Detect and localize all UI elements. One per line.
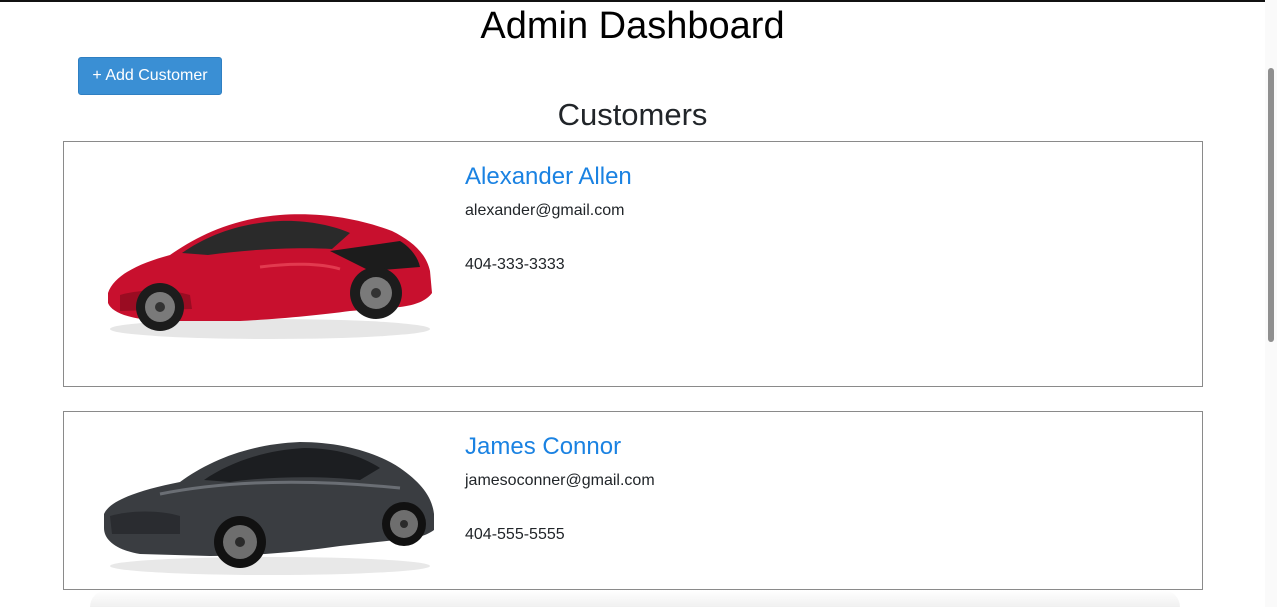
customer-name-link[interactable]: Alexander Allen [465,162,632,192]
dark-grey-sports-car-image [104,442,434,575]
red-sports-car-image [108,214,432,339]
top-border [0,0,1277,2]
customer-card: James Connor jamesoconner@gmail.com 404-… [63,411,1203,590]
customer-email: jamesoconner@gmail.com [465,472,655,489]
customers-section-title: Customers [557,97,708,132]
customer-card: Alexander Allen alexander@gmail.com 404-… [63,141,1203,387]
customer-email: alexander@gmail.com [465,202,625,219]
bottom-shadow [90,590,1180,607]
add-customer-button[interactable]: + Add Customer [78,57,222,95]
vertical-scrollbar[interactable] [1265,0,1277,607]
customer-phone: 404-333-3333 [465,256,565,273]
customer-name-link[interactable]: James Connor [465,432,655,462]
customer-info: James Connor jamesoconner@gmail.com 404-… [465,432,655,546]
admin-dashboard-page: Admin Dashboard + Add Customer Customers… [0,0,1277,607]
customer-phone: 404-555-5555 [465,526,565,543]
scrollbar-thumb[interactable] [1268,68,1274,342]
page-title: Admin Dashboard [480,5,785,47]
customer-info: Alexander Allen alexander@gmail.com 404-… [465,162,632,276]
